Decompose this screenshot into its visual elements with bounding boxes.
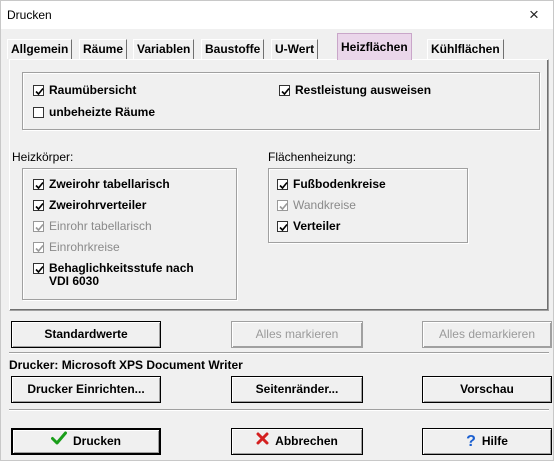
checkbox-box: [277, 221, 288, 232]
cancel-x-icon: [256, 429, 269, 454]
checkbox-box: [33, 85, 44, 96]
tab-heizflaechen[interactable]: Heizflächen: [337, 33, 412, 60]
title-bar: Drucken ×: [1, 1, 553, 29]
tab-kuehlflaechen[interactable]: Kühlflächen: [427, 39, 504, 59]
behaglichkeitsstufe-checkbox[interactable]: Behaglichkeitsstufe nach VDI 6030: [33, 262, 209, 288]
checkbox-box: [33, 263, 44, 274]
hilfe-label: Hilfe: [481, 434, 508, 448]
help-question-icon: ?: [466, 433, 476, 451]
alles-demarkieren-button[interactable]: Alles demarkieren: [422, 321, 552, 348]
alles-demarkieren-label: Alles demarkieren: [438, 327, 536, 341]
zweirohr-tabellarisch-label: Zweirohr tabellarisch: [49, 177, 170, 191]
zweirohrverteiler-checkbox[interactable]: Zweirohrverteiler: [33, 199, 146, 212]
tab-allgemein[interactable]: Allgemein: [7, 39, 73, 59]
fussbodenkreise-label: Fußbodenkreise: [293, 177, 386, 191]
wandkreise-checkbox[interactable]: Wandkreise: [277, 199, 356, 212]
window-title: Drucken: [7, 8, 52, 22]
restleistung-checkbox[interactable]: Restleistung ausweisen: [279, 84, 431, 97]
verteiler-label: Verteiler: [293, 219, 341, 233]
hilfe-button[interactable]: ? Hilfe: [422, 428, 552, 455]
drucken-label: Drucken: [72, 434, 122, 448]
wandkreise-label: Wandkreise: [293, 198, 356, 212]
zweirohr-tabellarisch-checkbox[interactable]: Zweirohr tabellarisch: [33, 178, 170, 191]
unbeheizte-raeume-label: unbeheizte Räume: [49, 105, 156, 119]
checkbox-box: [279, 85, 290, 96]
checkbox-box: [277, 200, 288, 211]
options-group: Raumübersicht unbeheizte Räume Restleist…: [22, 72, 540, 130]
checkmark-icon: [50, 430, 67, 453]
checkbox-box: [277, 179, 288, 190]
close-icon[interactable]: ×: [523, 5, 545, 25]
zweirohrverteiler-label: Zweirohrverteiler: [49, 198, 147, 212]
fussbodenkreise-checkbox[interactable]: Fußbodenkreise: [277, 178, 386, 191]
vorschau-button[interactable]: Vorschau: [422, 376, 552, 403]
einrohrkreise-label: Einrohrkreise: [49, 240, 120, 254]
separator: [9, 409, 549, 411]
abbrechen-button[interactable]: Abbrechen: [231, 428, 363, 455]
drucker-einrichten-button[interactable]: Drucker Einrichten...: [11, 376, 161, 403]
tab-u-wert[interactable]: U-Wert: [271, 39, 319, 59]
restleistung-label: Restleistung ausweisen: [295, 83, 432, 97]
heizkoerper-group: Zweirohr tabellarisch Zweirohrverteiler …: [22, 168, 237, 300]
checkbox-box: [33, 200, 44, 211]
separator: [9, 352, 549, 354]
alles-markieren-button[interactable]: Alles markieren: [231, 321, 363, 348]
einrohr-tabellarisch-checkbox[interactable]: Einrohr tabellarisch: [33, 220, 152, 233]
checkbox-box: [33, 242, 44, 253]
raumuebersicht-label: Raumübersicht: [49, 83, 137, 97]
checkbox-box: [33, 107, 44, 118]
unbeheizte-raeume-checkbox[interactable]: unbeheizte Räume: [33, 106, 155, 119]
einrohrkreise-checkbox[interactable]: Einrohrkreise: [33, 241, 120, 254]
standardwerte-label: Standardwerte: [44, 327, 128, 341]
flaechenheizung-group: Fußbodenkreise Wandkreise Verteiler: [268, 168, 468, 243]
abbrechen-label: Abbrechen: [275, 434, 338, 448]
tab-raeume[interactable]: Räume: [79, 39, 128, 59]
tab-baustoffe[interactable]: Baustoffe: [201, 39, 265, 59]
einrohr-tabellarisch-label: Einrohr tabellarisch: [49, 219, 152, 233]
checkbox-box: [33, 179, 44, 190]
print-dialog: Drucken × Allgemein Räume Variablen Baus…: [0, 0, 554, 461]
drucker-einrichten-label: Drucker Einrichten...: [27, 382, 145, 396]
tab-panel-heizflaechen: Raumübersicht unbeheizte Räume Restleist…: [9, 59, 549, 311]
seitenraender-label: Seitenränder...: [255, 382, 339, 396]
drucken-button[interactable]: Drucken: [11, 428, 161, 455]
verteiler-checkbox[interactable]: Verteiler: [277, 220, 340, 233]
raumuebersicht-checkbox[interactable]: Raumübersicht: [33, 84, 136, 97]
checkbox-box: [33, 221, 44, 232]
seitenraender-button[interactable]: Seitenränder...: [231, 376, 363, 403]
heizkoerper-heading: Heizkörper:: [12, 150, 74, 164]
standardwerte-button[interactable]: Standardwerte: [11, 321, 161, 348]
vorschau-label: Vorschau: [460, 382, 514, 396]
flaechenheizung-heading: Flächenheizung:: [268, 150, 357, 164]
tab-variablen[interactable]: Variablen: [133, 39, 195, 59]
alles-markieren-label: Alles markieren: [255, 327, 339, 341]
behaglichkeitsstufe-label: Behaglichkeitsstufe nach VDI 6030: [49, 261, 194, 288]
printer-info: Drucker: Microsoft XPS Document Writer: [9, 358, 243, 372]
